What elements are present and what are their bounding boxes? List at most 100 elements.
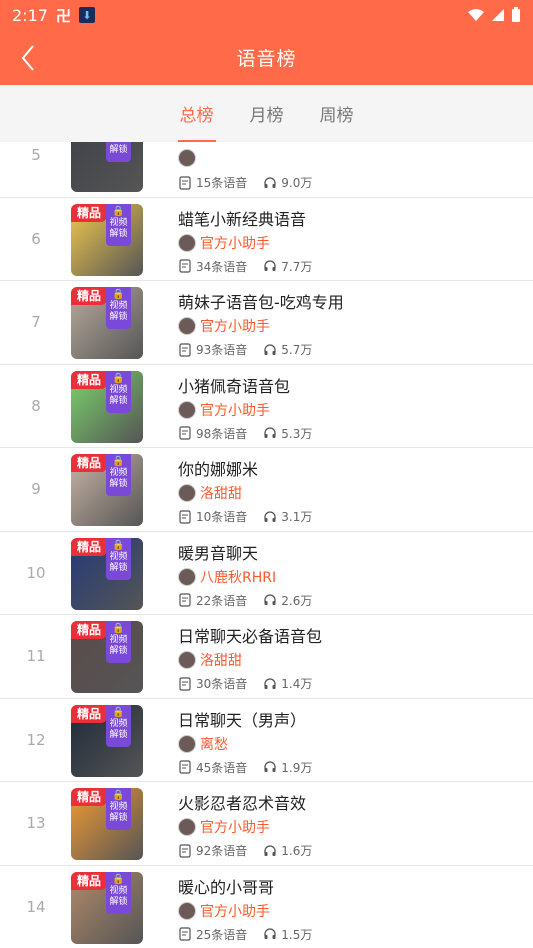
pack-title[interactable]: 火影忍者忍术音效 bbox=[178, 790, 306, 814]
author-avatar bbox=[178, 233, 196, 252]
pack-thumbnail[interactable]: 精品 🔒 视频 解锁 bbox=[71, 537, 143, 610]
voice-list-icon bbox=[179, 676, 191, 691]
author-name: 官方小助手 bbox=[200, 820, 270, 836]
pack-title[interactable]: 日常聊天必备语音包 bbox=[178, 623, 322, 647]
pack-title[interactable]: 萌妹子语音包-吃鸡专用 bbox=[178, 289, 344, 313]
voice-list-icon bbox=[179, 426, 191, 440]
author-avatar bbox=[178, 651, 196, 669]
premium-badge: 精品 bbox=[71, 788, 108, 806]
video-unlock-line1: 视频 bbox=[109, 301, 128, 311]
video-unlock-tag: 🔒视频解锁 bbox=[106, 788, 131, 830]
headphones-icon bbox=[264, 176, 276, 188]
pack-author[interactable]: 洛甜甜 bbox=[178, 650, 242, 670]
pack-title[interactable]: 小猪佩奇语音包 bbox=[178, 373, 290, 397]
video-unlock-tag: 🔒视频解锁 bbox=[106, 142, 131, 162]
author-avatar bbox=[178, 149, 196, 167]
lock-icon: 🔒 bbox=[112, 623, 125, 634]
rank-number: 6 bbox=[31, 229, 41, 248]
author-avatar bbox=[178, 484, 196, 502]
list-item[interactable]: 9 精品 🔒 视频 解锁 你的娜娜米 洛甜甜 10条语音 3.1万 bbox=[0, 448, 533, 532]
list-item[interactable]: 5 🔒视频解锁 15条语音 9.0万 bbox=[0, 142, 533, 198]
author-name: 八鹿秋RHRI bbox=[200, 569, 277, 586]
author-name: 离愁 bbox=[200, 736, 228, 753]
pack-author[interactable]: 官方小助手 bbox=[178, 901, 270, 921]
pack-thumbnail[interactable]: 精品 🔒 视频 解锁 bbox=[71, 704, 143, 777]
tab-monthly[interactable]: 月榜 bbox=[246, 85, 288, 142]
play-count: 5.3万 bbox=[281, 426, 313, 441]
list-item[interactable]: 11 精品 🔒 视频 解锁 日常聊天必备语音包 洛甜甜 30条语音 1.4万 bbox=[0, 615, 533, 699]
pack-thumbnail[interactable]: 精品 🔒 视频 解锁 bbox=[71, 203, 143, 276]
play-count: 1.9万 bbox=[281, 760, 313, 775]
status-bar: 2:17 卍 ⬇ bbox=[0, 0, 533, 30]
rank-number: 7 bbox=[31, 313, 41, 332]
voice-count: 30条语音 bbox=[196, 677, 248, 691]
rank-number: 13 bbox=[26, 814, 46, 833]
download-icon: ⬇ bbox=[78, 7, 95, 23]
pack-stats: 98条语音 5.3万 bbox=[178, 425, 328, 442]
pack-stats: 45条语音 1.9万 bbox=[178, 759, 328, 776]
video-unlock-tag: 🔒视频解锁 bbox=[106, 537, 131, 580]
list-item[interactable]: 10 精品 🔒 视频 解锁 暖男音聊天 八鹿秋RHRI 22条语音 2.6万 bbox=[0, 532, 533, 615]
play-count: 1.5万 bbox=[281, 927, 313, 942]
pack-thumbnail[interactable]: 精品 🔒 视频 解锁 bbox=[71, 370, 143, 443]
rank-number: 5 bbox=[31, 146, 41, 165]
pack-title[interactable]: 日常聊天（男声） bbox=[178, 707, 306, 731]
lock-icon: 🔒 bbox=[112, 539, 125, 551]
author-avatar bbox=[178, 901, 196, 920]
pack-title[interactable]: 暖男音聊天 bbox=[178, 540, 258, 564]
status-glyph: 卍 bbox=[55, 6, 71, 25]
pack-title[interactable]: 你的娜娜米 bbox=[178, 456, 258, 480]
pack-thumbnail[interactable]: 🔒视频解锁 bbox=[71, 142, 143, 192]
pack-author[interactable]: 八鹿秋RHRI bbox=[178, 567, 276, 587]
back-button[interactable] bbox=[8, 38, 48, 78]
list-item[interactable]: 8 精品 🔒 视频 解锁 小猪佩奇语音包 官方小助手 98条语音 5.3万 bbox=[0, 365, 533, 448]
list-item[interactable]: 12 精品 🔒 视频 解锁 日常聊天（男声） 离愁 45条语音 1.9万 bbox=[0, 699, 533, 782]
video-unlock-tag: 🔒视频解锁 bbox=[106, 871, 131, 914]
play-count: 7.7万 bbox=[281, 259, 313, 274]
pack-author[interactable]: 官方小助手 bbox=[178, 400, 270, 420]
pack-title[interactable]: 蜡笔小新经典语音 bbox=[178, 206, 306, 230]
author-avatar bbox=[178, 734, 196, 753]
pack-thumbnail[interactable]: 精品 🔒 视频 解锁 bbox=[71, 788, 143, 860]
headphones-icon bbox=[264, 260, 276, 271]
pack-author[interactable] bbox=[178, 149, 196, 167]
lock-icon: 🔒 bbox=[112, 205, 125, 217]
list-item[interactable]: 6 精品 🔒 视频 解锁 蜡笔小新经典语音 官方小助手 34条语音 7.7万 bbox=[0, 198, 533, 281]
video-unlock-tag: 🔒视频解锁 bbox=[106, 287, 131, 329]
pack-title[interactable]: 暖心的小哥哥 bbox=[178, 874, 274, 898]
voice-list-icon bbox=[179, 509, 191, 524]
voice-count: 25条语音 bbox=[196, 927, 248, 942]
video-unlock-line2: 解锁 bbox=[109, 562, 128, 573]
headphones-icon bbox=[264, 427, 276, 438]
author-avatar bbox=[178, 567, 196, 586]
pack-author[interactable]: 离愁 bbox=[178, 734, 228, 754]
tab-weekly[interactable]: 周榜 bbox=[316, 85, 358, 142]
video-unlock-line2: 解锁 bbox=[109, 312, 128, 322]
lock-icon: 🔒 bbox=[112, 372, 125, 384]
video-unlock-line1: 视频 bbox=[109, 635, 128, 645]
list-item[interactable]: 14 精品 🔒 视频 解锁 暖心的小哥哥 官方小助手 25条语音 1.5万 bbox=[0, 866, 533, 948]
video-unlock-tag: 🔒视频解锁 bbox=[106, 704, 131, 747]
pack-thumbnail[interactable]: 精品 🔒 视频 解锁 bbox=[71, 287, 143, 359]
premium-badge: 精品 bbox=[71, 621, 108, 639]
list-item[interactable]: 13 精品 🔒 视频 解锁 火影忍者忍术音效 官方小助手 92条语音 1.6万 bbox=[0, 782, 533, 866]
pack-stats: 15条语音 9.0万 bbox=[178, 174, 328, 191]
pack-thumbnail[interactable]: 精品 🔒 视频 解锁 bbox=[71, 871, 143, 944]
pack-author[interactable]: 官方小助手 bbox=[178, 316, 270, 336]
premium-badge: 精品 bbox=[71, 871, 108, 890]
lock-icon: 🔒 bbox=[112, 706, 125, 718]
ranking-list: 5🔒视频解锁15条语音9.0万6精品🔒视频解锁蜡笔小新经典语音官方小助手34条语… bbox=[0, 142, 533, 948]
voice-list-icon bbox=[179, 593, 191, 607]
pack-thumbnail[interactable]: 精品 🔒 视频 解锁 bbox=[71, 454, 143, 526]
pack-author[interactable]: 官方小助手 bbox=[178, 233, 270, 253]
voice-list-icon bbox=[179, 259, 191, 273]
pack-thumbnail[interactable]: 精品 🔒 视频 解锁 bbox=[71, 621, 143, 693]
headphones-icon bbox=[264, 844, 276, 856]
pack-stats: 10条语音 3.1万 bbox=[178, 508, 328, 525]
list-item[interactable]: 7 精品 🔒 视频 解锁 萌妹子语音包-吃鸡专用 官方小助手 93条语音 5.7万 bbox=[0, 281, 533, 365]
video-unlock-line1: 视频 bbox=[109, 384, 128, 395]
tab-overall[interactable]: 总榜 bbox=[176, 85, 218, 142]
voice-list-icon bbox=[179, 927, 191, 941]
pack-author[interactable]: 官方小助手 bbox=[178, 817, 270, 837]
pack-author[interactable]: 洛甜甜 bbox=[178, 483, 242, 503]
